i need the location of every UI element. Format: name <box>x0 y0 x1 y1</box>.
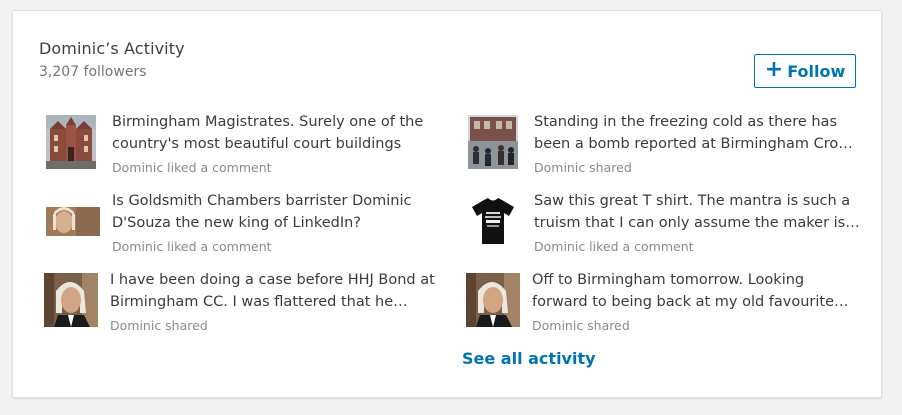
activity-item[interactable]: Is Goldsmith Chambers barrister Dominic … <box>46 193 416 264</box>
activity-meta: Dominic liked a comment <box>112 239 272 254</box>
card-title: Dominic’s Activity <box>39 39 185 58</box>
activity-meta: Dominic shared <box>110 318 208 333</box>
barrister-portrait-image <box>44 273 98 327</box>
barrister-portrait-image <box>466 273 520 327</box>
follow-button-label: Follow <box>787 61 846 81</box>
activity-text: Off to Birmingham tomorrow. Looking forw… <box>532 272 835 310</box>
plus-icon: + <box>764 57 784 82</box>
barrister-wig-image <box>46 194 100 248</box>
activity-meta: Dominic shared <box>534 160 632 175</box>
activity-item[interactable]: Off to Birmingham tomorrow. Looking forw… <box>466 272 836 343</box>
black-tshirt-image <box>468 194 518 248</box>
see-all-activity-link[interactable]: See all activity <box>462 349 596 368</box>
follow-button[interactable]: + Follow <box>754 54 856 88</box>
activity-item[interactable]: I have been doing a case before HHJ Bond… <box>44 272 435 343</box>
activity-item[interactable]: Standing in the freezing cold as there h… <box>468 114 859 185</box>
activity-card: Dominic’s Activity 3,207 followers + Fol… <box>12 10 882 398</box>
followers-count: 3,207 followers <box>39 64 147 80</box>
activity-text: Birmingham Magistrates. Surely one of th… <box>112 114 424 152</box>
activity-text: Saw this great T shirt. The mantra is su… <box>534 193 851 231</box>
activity-meta: Dominic liked a comment <box>534 239 694 254</box>
activity-meta: Dominic shared <box>532 318 630 333</box>
activity-meta: Dominic liked a comment <box>112 160 272 175</box>
activity-item[interactable]: Saw this great T shirt. The mantra is su… <box>468 193 850 264</box>
activity-item[interactable]: Birmingham Magistrates. Surely one of th… <box>46 114 423 185</box>
activity-text: Standing in the freezing cold as there h… <box>534 114 860 152</box>
crowd-outside-court-image <box>468 115 518 169</box>
activity-text: I have been doing a case before HHJ Bond… <box>110 272 435 310</box>
activity-text: Is Goldsmith Chambers barrister Dominic … <box>112 193 412 231</box>
court-building-image <box>46 115 96 169</box>
